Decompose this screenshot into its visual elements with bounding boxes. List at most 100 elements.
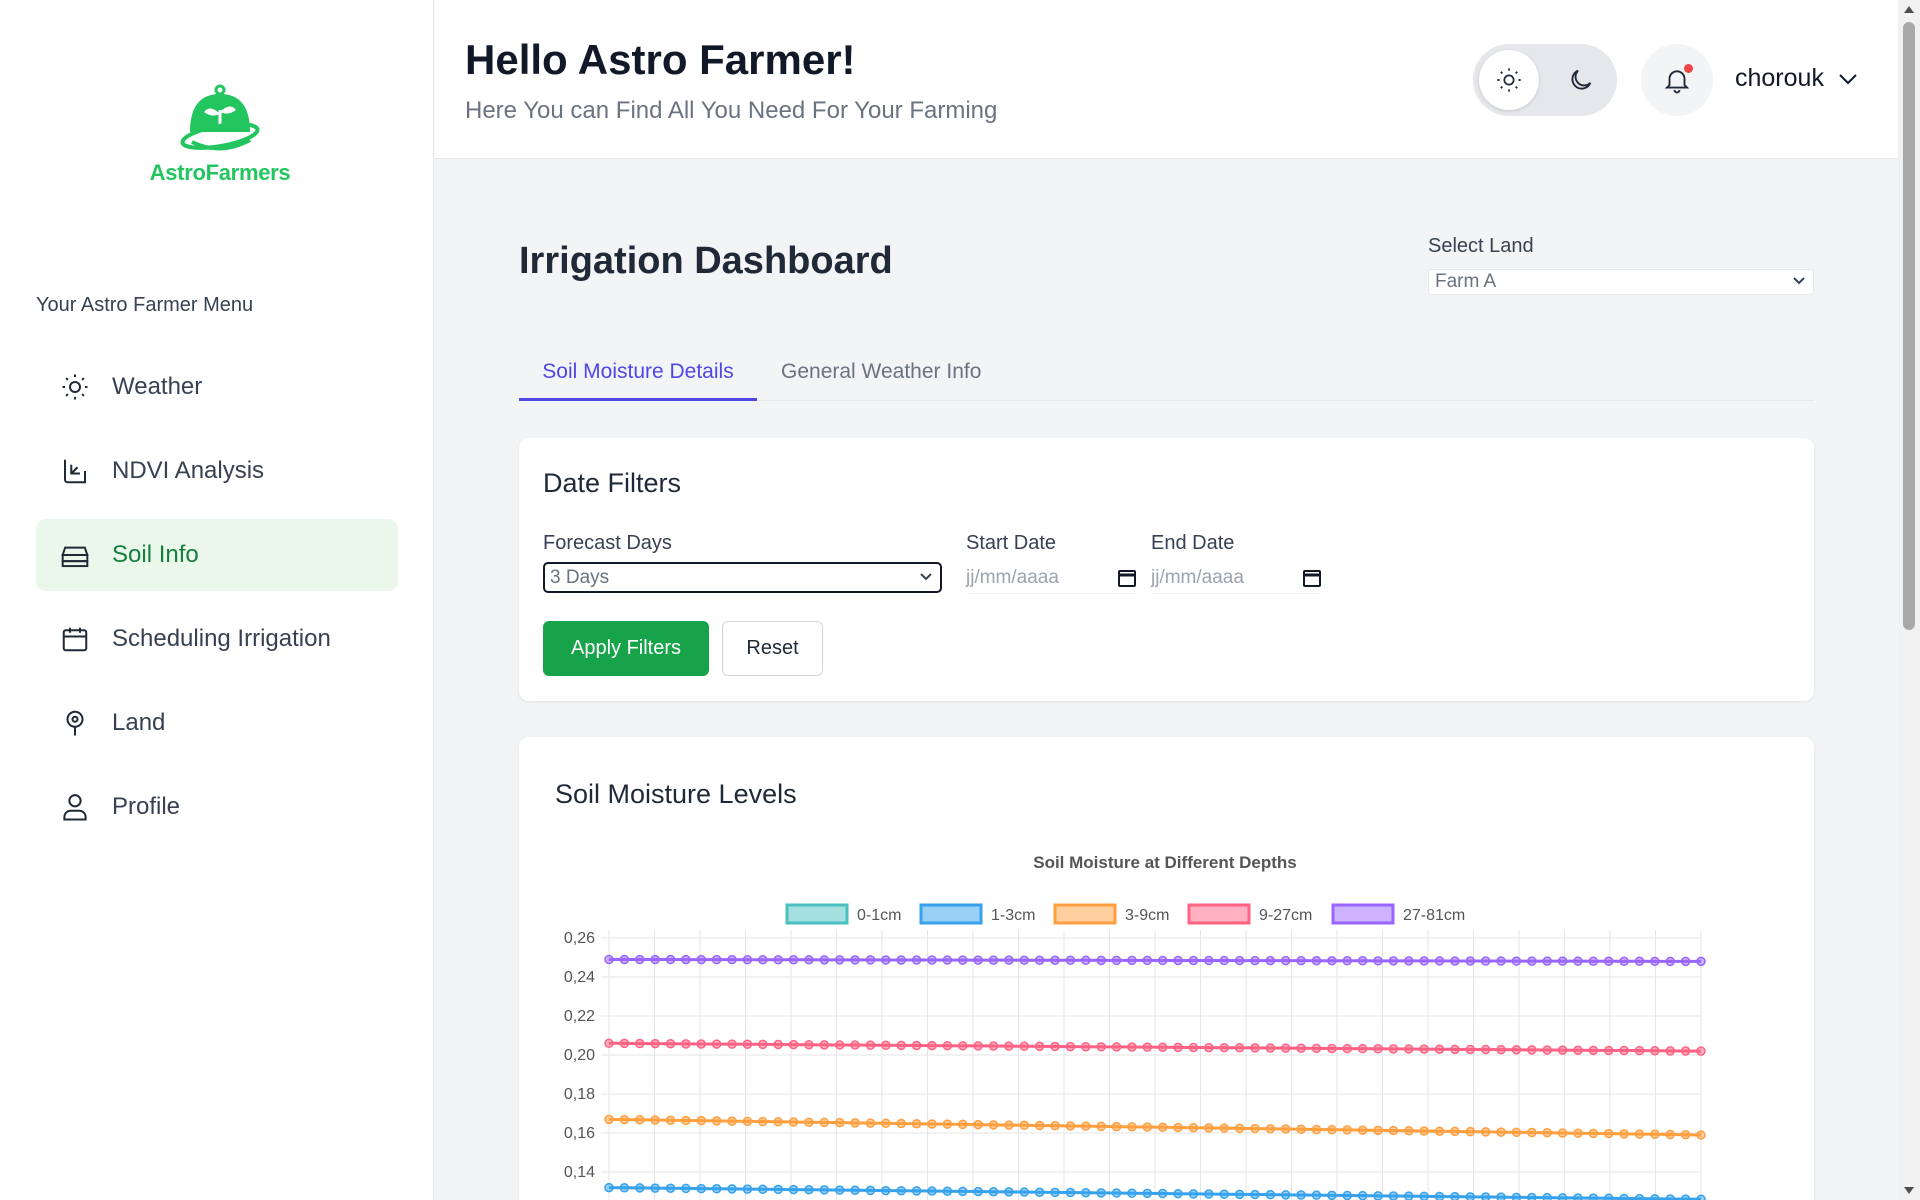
data-point (758, 954, 768, 965)
dark-mode-button[interactable] (1551, 50, 1611, 110)
data-point (758, 1116, 768, 1127)
data-point (1527, 1127, 1537, 1138)
data-point (1419, 1191, 1429, 1200)
data-point (1665, 1194, 1675, 1200)
data-point (1157, 955, 1168, 966)
reset-button[interactable]: Reset (722, 621, 823, 676)
legend-swatch (1331, 903, 1395, 925)
forecast-days-select[interactable]: 3 Days (543, 562, 942, 593)
data-point (1034, 955, 1045, 965)
end-date-input[interactable]: jj/mm/aaaa (1151, 562, 1322, 594)
date-filters-card: Date Filters Forecast Days Start Date En… (519, 438, 1814, 701)
data-point (1280, 1124, 1291, 1134)
data-point (881, 1118, 891, 1129)
apply-filters-button[interactable]: Apply Filters (543, 621, 709, 676)
data-point (1573, 1045, 1583, 1055)
data-point (1588, 1128, 1599, 1139)
data-point (1004, 1120, 1014, 1130)
data-point (1573, 956, 1583, 966)
sidebar-item-label: Weather (112, 373, 203, 400)
data-point (635, 1183, 645, 1193)
data-point (773, 955, 783, 965)
notifications-button[interactable] (1641, 44, 1713, 116)
data-point (1219, 1123, 1229, 1133)
data-point (1404, 1044, 1414, 1054)
sidebar-item-weather[interactable]: Weather (36, 351, 398, 423)
sidebar-item-land[interactable]: Land (36, 687, 398, 759)
soil-moisture-chart: Soil Moisture at Different Depths 0-1cm 1-… (564, 853, 1706, 1200)
data-point (1496, 956, 1506, 966)
data-point (896, 1118, 906, 1129)
data-point (1111, 1042, 1122, 1052)
data-point (1127, 1188, 1137, 1198)
data-point (1634, 1193, 1645, 1200)
scrollbar-thumb[interactable] (1903, 22, 1915, 630)
user-menu[interactable]: chorouk (1735, 64, 1858, 93)
data-point (1065, 1121, 1076, 1131)
data-point (1357, 956, 1368, 966)
data-point (1142, 955, 1153, 966)
data-point (742, 1116, 753, 1127)
sidebar-item-ndvi-analysis[interactable]: NDVI Analysis (36, 435, 398, 507)
tab-general-weather-info[interactable]: General Weather Info (781, 352, 981, 401)
data-point (1480, 1044, 1491, 1055)
data-point (1065, 1187, 1076, 1198)
user-icon (58, 790, 92, 824)
data-point (1665, 1046, 1675, 1056)
legend-swatch (785, 903, 849, 925)
data-point (1034, 1041, 1045, 1052)
y-tick-label: 0,20 (564, 1047, 595, 1064)
sun-icon (58, 370, 92, 404)
legend-label: 0-1cm (857, 907, 901, 924)
land-select[interactable]: Farm A (1428, 269, 1814, 295)
data-point (1696, 1194, 1706, 1200)
sidebar-item-profile[interactable]: Profile (36, 771, 398, 843)
sidebar-item-soil-info[interactable]: Soil Info (36, 519, 398, 591)
data-point (1434, 956, 1445, 966)
data-point (604, 1182, 614, 1193)
data-point (758, 1039, 768, 1050)
data-point (1388, 1191, 1399, 1200)
logo[interactable]: AstroFarmers (140, 82, 300, 186)
data-point (1234, 1043, 1245, 1053)
end-date-label: End Date (1151, 532, 1235, 554)
tab-soil-moisture-details[interactable]: Soil Moisture Details (519, 352, 757, 401)
calendar-icon[interactable] (1302, 568, 1322, 588)
data-point (1450, 1126, 1460, 1137)
start-date-input[interactable]: jj/mm/aaaa (966, 562, 1137, 594)
soil-moisture-card: Soil Moisture Levels Soil Moisture at Di… (519, 737, 1814, 1200)
data-point (865, 1118, 876, 1128)
notification-badge (1684, 64, 1693, 73)
page-scrollbar[interactable] (1898, 0, 1920, 1200)
calendar-icon[interactable] (1117, 568, 1137, 588)
data-point (1096, 955, 1106, 966)
top-header: Hello Astro Farmer! Here You can Find Al… (435, 0, 1898, 159)
data-point (1065, 1041, 1076, 1052)
data-point (1050, 1120, 1060, 1131)
data-point (788, 955, 799, 965)
data-point (1388, 956, 1399, 966)
sidebar-item-label: Profile (112, 793, 181, 820)
scroll-down-arrow-icon[interactable] (1904, 1187, 1914, 1194)
data-point (927, 955, 937, 965)
sidebar-item-scheduling-irrigation[interactable]: Scheduling Irrigation (36, 603, 398, 675)
data-point (1342, 956, 1353, 966)
light-mode-button[interactable] (1479, 50, 1539, 110)
data-point (1357, 1043, 1368, 1054)
data-point (1373, 1125, 1383, 1136)
data-point (1265, 1189, 1276, 1200)
data-point (1480, 1127, 1491, 1137)
y-tick-label: 0,18 (564, 1086, 595, 1103)
data-point (942, 955, 953, 965)
data-point (1004, 955, 1014, 965)
data-point (1157, 1188, 1168, 1199)
data-point (1327, 955, 1337, 966)
data-point (1619, 1193, 1629, 1200)
data-point (1265, 955, 1276, 966)
start-date-label: Start Date (966, 532, 1057, 554)
data-point (788, 1184, 799, 1195)
data-point (1511, 1045, 1522, 1055)
data-point (1619, 1129, 1629, 1139)
scroll-up-arrow-icon[interactable] (1904, 6, 1914, 13)
data-point (1496, 1044, 1506, 1055)
